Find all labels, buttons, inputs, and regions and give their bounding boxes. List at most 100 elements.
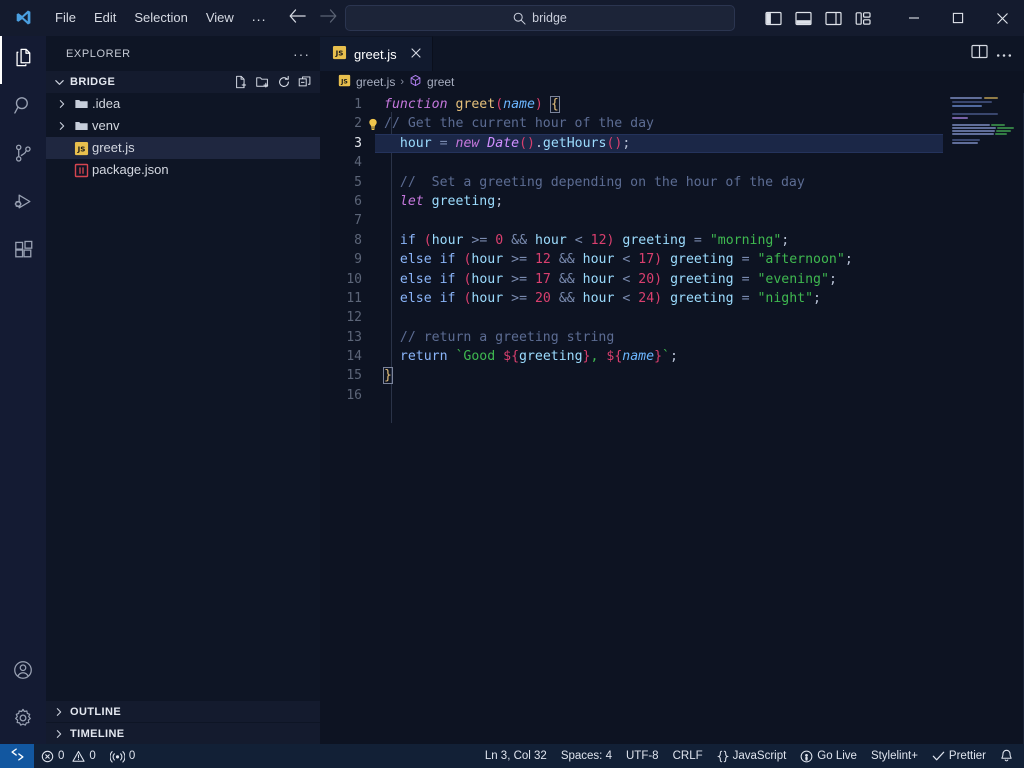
sidebar-bottom-sections: OUTLINE TIMELINE [46, 700, 320, 744]
status-notifications[interactable] [993, 744, 1020, 768]
code-line: 5 // Set a greeting depending on the hou… [320, 173, 1024, 192]
gear-icon [12, 707, 34, 734]
js-file-icon: JS [332, 45, 347, 63]
section-timeline[interactable]: TIMELINE [46, 722, 320, 744]
layout-controls [760, 5, 876, 31]
workbench-body: EXPLORER ··· BRIDGE .idea venv JS greet.… [0, 36, 1024, 744]
line-text: if (hour >= 0 && hour < 12) greeting = "… [399, 232, 790, 248]
activitybar-item-explorer[interactable] [0, 36, 46, 84]
folder-name: BRIDGE [70, 76, 116, 88]
activitybar-item-extensions[interactable] [0, 228, 46, 276]
arrow-left-icon[interactable] [289, 8, 307, 27]
vscode-logo-icon [0, 0, 46, 36]
code-line: 2 // Get the current hour of the day [320, 114, 1024, 133]
line-number: 2 [354, 116, 362, 132]
close-button[interactable] [980, 0, 1024, 36]
customize-layout-icon[interactable] [850, 5, 876, 31]
tree-item-label: venv [92, 118, 120, 133]
lightbulb-icon[interactable] [362, 118, 384, 131]
breadcrumb-label: greet [427, 75, 455, 89]
menu-file[interactable]: File [46, 6, 85, 30]
line-number: 3 [354, 135, 362, 151]
split-editor-icon[interactable] [971, 44, 988, 64]
command-center-search[interactable]: bridge [345, 5, 735, 31]
activitybar-item-source-control[interactable] [0, 132, 46, 180]
chevron-right-icon [54, 99, 70, 109]
window-controls-area [760, 0, 1024, 36]
new-folder-icon[interactable] [255, 75, 270, 89]
line-text: else if (hour >= 20 && hour < 24) greeti… [399, 290, 821, 306]
navigation-controls [289, 8, 337, 27]
section-label: TIMELINE [70, 727, 125, 740]
js-file-icon: JS [338, 74, 351, 90]
toggle-primary-sidebar-icon[interactable] [760, 5, 786, 31]
status-editor-eol[interactable]: CRLF [666, 744, 710, 768]
refresh-icon[interactable] [277, 75, 291, 89]
line-number: 5 [354, 174, 362, 190]
breadcrumb-item-file[interactable]: JS greet.js [338, 74, 395, 90]
maximize-button[interactable] [936, 0, 980, 36]
status-remote-window[interactable] [0, 744, 34, 768]
tree-item-greet-js[interactable]: JS greet.js [46, 137, 320, 159]
menu-edit[interactable]: Edit [85, 6, 125, 30]
line-number: 8 [354, 232, 362, 248]
line-text: hour = new Date().getHours(); [399, 135, 631, 151]
activitybar-item-accounts[interactable] [0, 648, 46, 696]
activitybar-item-settings[interactable] [0, 696, 46, 744]
braces-icon [716, 750, 729, 763]
tree-item-label: greet.js [92, 140, 135, 155]
tab-greet-js[interactable]: JS greet.js [320, 36, 433, 71]
status-prettier[interactable]: Prettier [925, 744, 993, 768]
close-icon[interactable] [410, 47, 422, 61]
folder-actions [234, 75, 312, 89]
status-problems[interactable]: 0 0 [34, 744, 103, 768]
editor-area: JS greet.js JS greet.js › greet 1 functi… [320, 36, 1024, 744]
code-line: 1 function greet(name) { [320, 95, 1024, 114]
line-number: 10 [346, 271, 362, 287]
svg-text:JS: JS [335, 49, 344, 58]
status-go-live[interactable]: Go Live [793, 744, 864, 768]
line-text: else if (hour >= 12 && hour < 17) greeti… [399, 252, 853, 268]
check-icon [932, 750, 945, 762]
sidebar-more-actions-icon[interactable]: ··· [293, 46, 310, 62]
menu-view[interactable]: View [197, 6, 243, 30]
line-number: 1 [354, 97, 362, 112]
status-ports[interactable]: 0 [103, 744, 142, 768]
breadcrumb-item-symbol[interactable]: greet [409, 74, 454, 90]
minimize-button[interactable] [892, 0, 936, 36]
remote-window-icon [10, 748, 25, 764]
toggle-secondary-sidebar-icon[interactable] [820, 5, 846, 31]
status-language-label: JavaScript [732, 750, 787, 762]
folder-icon [70, 119, 92, 133]
tree-item-venv[interactable]: venv [46, 115, 320, 137]
folder-section-header[interactable]: BRIDGE [46, 71, 320, 93]
menu-more[interactable]: ... [243, 7, 276, 28]
menu-selection[interactable]: Selection [125, 6, 196, 30]
svg-text:JS: JS [76, 144, 85, 153]
code-line: 4 [320, 153, 1024, 172]
toggle-panel-icon[interactable] [790, 5, 816, 31]
status-editor-indentation[interactable]: Spaces: 4 [554, 744, 619, 768]
status-editor-language[interactable]: JavaScript [710, 744, 794, 768]
editor-tabs: JS greet.js [320, 36, 1024, 71]
arrow-right-icon [320, 8, 337, 27]
more-actions-icon[interactable] [996, 45, 1012, 63]
tree-item-label: .idea [92, 96, 121, 111]
status-go-live-label: Go Live [817, 750, 857, 762]
code-editor[interactable]: 1 function greet(name) { 2 // Get the cu… [320, 93, 1024, 744]
account-icon [12, 659, 34, 686]
activitybar-item-search[interactable] [0, 84, 46, 132]
section-label: OUTLINE [70, 705, 122, 718]
collapse-all-icon[interactable] [298, 75, 312, 89]
breadcrumb: JS greet.js › greet [320, 71, 1024, 93]
warning-icon [72, 750, 86, 763]
status-editor-encoding[interactable]: UTF-8 [619, 744, 666, 768]
status-stylelint[interactable]: Stylelint+ [864, 744, 925, 768]
new-file-icon[interactable] [234, 75, 248, 89]
section-outline[interactable]: OUTLINE [46, 700, 320, 722]
tree-item-package-json[interactable]: package.json [46, 159, 320, 181]
status-editor-position[interactable]: Ln 3, Col 32 [478, 744, 554, 768]
activitybar-item-run-and-debug[interactable] [0, 180, 46, 228]
tree-item-idea[interactable]: .idea [46, 93, 320, 115]
chevron-down-icon [52, 77, 66, 88]
